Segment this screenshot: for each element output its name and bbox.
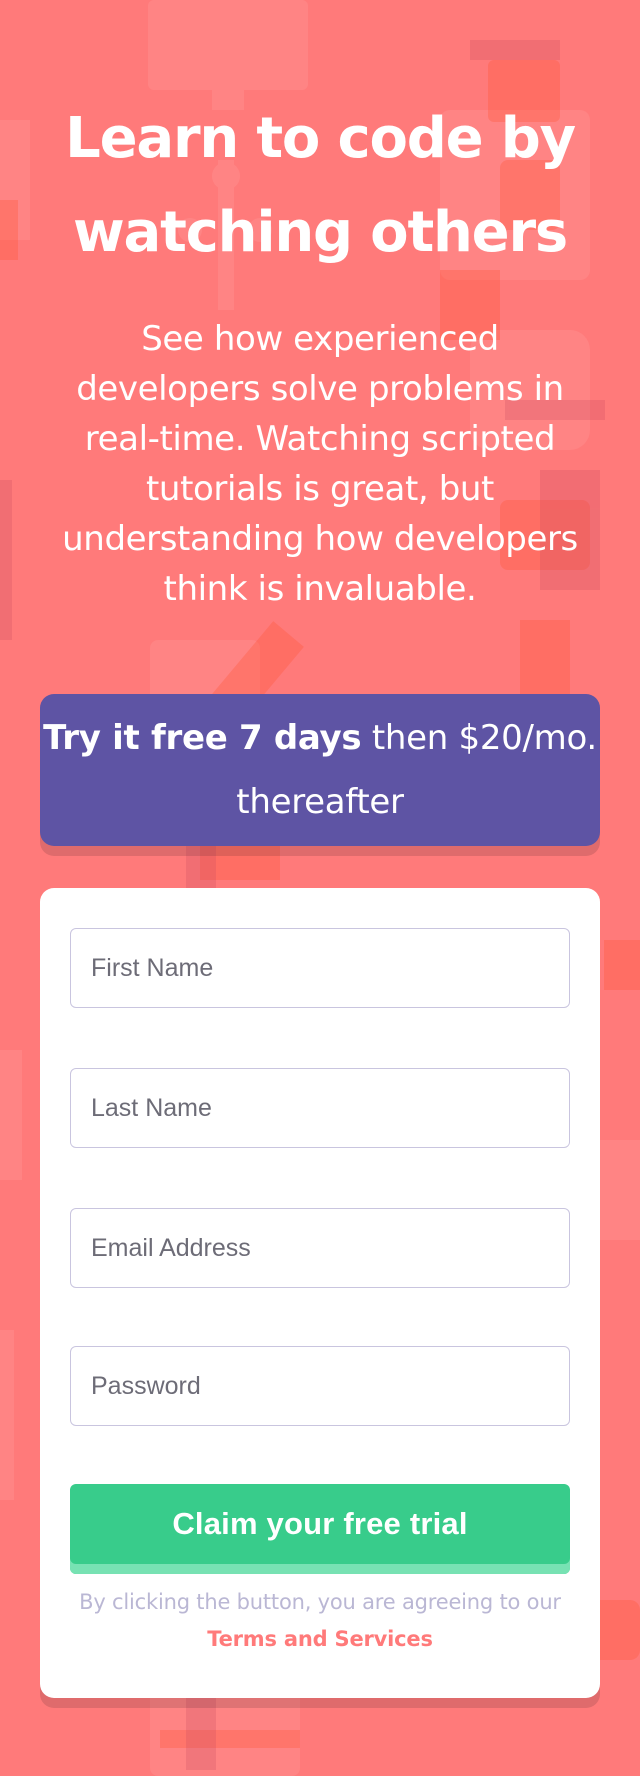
hero-title: Learn to code by watching others: [65, 106, 576, 265]
offer-emphasis: Try it free 7 days: [43, 718, 362, 758]
last-name-input[interactable]: [70, 1068, 570, 1148]
first-name-input[interactable]: [70, 928, 570, 1008]
page: Learn to code by watching others See how…: [0, 0, 640, 1776]
terms-and-services-link[interactable]: Terms and Services: [207, 1627, 433, 1651]
hero-description: See how experienced developers solve pro…: [62, 319, 578, 609]
trial-offer-banner: Try it free 7 days then $20/mo. thereaft…: [40, 694, 600, 846]
terms-notice: By clicking the button, you are agreeing…: [70, 1584, 570, 1658]
password-input[interactable]: [70, 1346, 570, 1426]
signup-form: Claim your free trial By clicking the bu…: [40, 888, 600, 1698]
claim-free-trial-button[interactable]: Claim your free trial: [70, 1484, 570, 1574]
terms-prefix: By clicking the button, you are agreeing…: [79, 1590, 561, 1614]
email-input[interactable]: [70, 1208, 570, 1288]
